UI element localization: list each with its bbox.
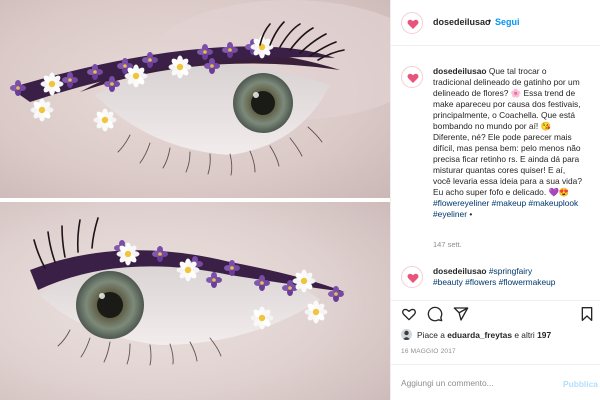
caption-line-text: Que tal trocar o (488, 66, 547, 76)
heart-icon[interactable] (401, 306, 417, 322)
caption-line: bombando no mundo por aí! 😘 (433, 121, 551, 131)
caption-line: #eyeliner • (433, 209, 600, 220)
caption-username[interactable]: dosedeilusao (433, 66, 487, 76)
liker-username[interactable]: eduarda_freytas (447, 330, 512, 340)
post-side-panel: dosedeilusao • Segui dosedeilusao Que ta… (390, 0, 600, 400)
publish-button[interactable]: Pubblica (563, 379, 598, 389)
caption-line: você levaria essa ideia para a sua vida? (433, 176, 582, 186)
heart-logo-icon (407, 273, 419, 283)
liker-avatar (401, 329, 412, 340)
hashtag-link[interactable]: #beauty #flowers #flowermakeup (433, 277, 600, 288)
caption-line: principalmente, o Coachella. Que está (433, 110, 575, 120)
likes-count[interactable]: 197 (537, 330, 551, 340)
comments-list[interactable]: dosedeilusao Que tal trocar o tradiciona… (391, 46, 600, 300)
caption-line: misturar quantas cores quiser! E aí, (433, 165, 566, 175)
caption-line: difícil, mas pensa bem: pelo menos não (433, 143, 581, 153)
comment-line: dosedeilusao #springfairy (433, 266, 600, 277)
caption-line: Diferente, né? Ele pode parecer mais (433, 132, 572, 142)
caption-text: dosedeilusao Que tal trocar o tradiciona… (433, 66, 600, 220)
comment-icon[interactable] (427, 306, 443, 322)
caption-timestamp[interactable]: 147 sett. (433, 240, 462, 249)
likes-prefix: Piace a (417, 330, 445, 340)
heart-logo-icon (407, 73, 419, 83)
caption-line: precisa ficar retinho rs. E ainda dá par… (433, 154, 580, 164)
caption-line: dosedeilusao Que tal trocar o (433, 66, 600, 77)
post-header: dosedeilusao • Segui (391, 0, 600, 46)
share-icon[interactable] (453, 306, 469, 322)
post-image[interactable] (0, 0, 390, 400)
post-photo (0, 0, 390, 400)
heart-logo-icon (407, 19, 419, 29)
likes-summary[interactable]: Piace a eduarda_freytas e altri 197 (401, 329, 600, 343)
hashtag-link[interactable]: #springfairy (489, 266, 532, 276)
bookmark-icon[interactable] (579, 306, 595, 322)
hashtag-link[interactable]: #eyeliner (433, 209, 467, 219)
caption-line: tradicional delineado de gatinho por um (433, 77, 580, 87)
post-date[interactable]: 16 MAGGIO 2017 (401, 348, 456, 355)
avatar[interactable] (401, 66, 423, 88)
comment-input[interactable] (401, 375, 561, 391)
action-bar (391, 300, 600, 326)
avatar[interactable] (401, 266, 423, 288)
separator-dot: • (488, 16, 492, 26)
comment-username[interactable]: dosedeilusao (433, 266, 487, 276)
follow-button[interactable]: Segui (495, 17, 520, 27)
bullet: • (469, 209, 473, 219)
caption-line: delineado de flores? 🌸 Essa trend de (433, 88, 576, 98)
user-silhouette-icon (402, 330, 411, 340)
add-comment-bar: Pubblica (391, 364, 600, 400)
post-author-username[interactable]: dosedeilusao (433, 17, 491, 27)
hashtag-link[interactable]: #flowereyeliner #makeup #makeuplook (433, 198, 600, 209)
caption-line: make apareceu por causa dos festivais, (433, 99, 581, 109)
likes-text: Piace a eduarda_freytas e altri 197 (417, 330, 551, 340)
avatar[interactable] (401, 12, 423, 34)
caption-line: Eu acho super fofo e delicado. 💜😍 (433, 187, 570, 197)
likes-middle: e altri (514, 330, 535, 340)
comment-text: dosedeilusao #springfairy #beauty #flowe… (433, 266, 600, 288)
